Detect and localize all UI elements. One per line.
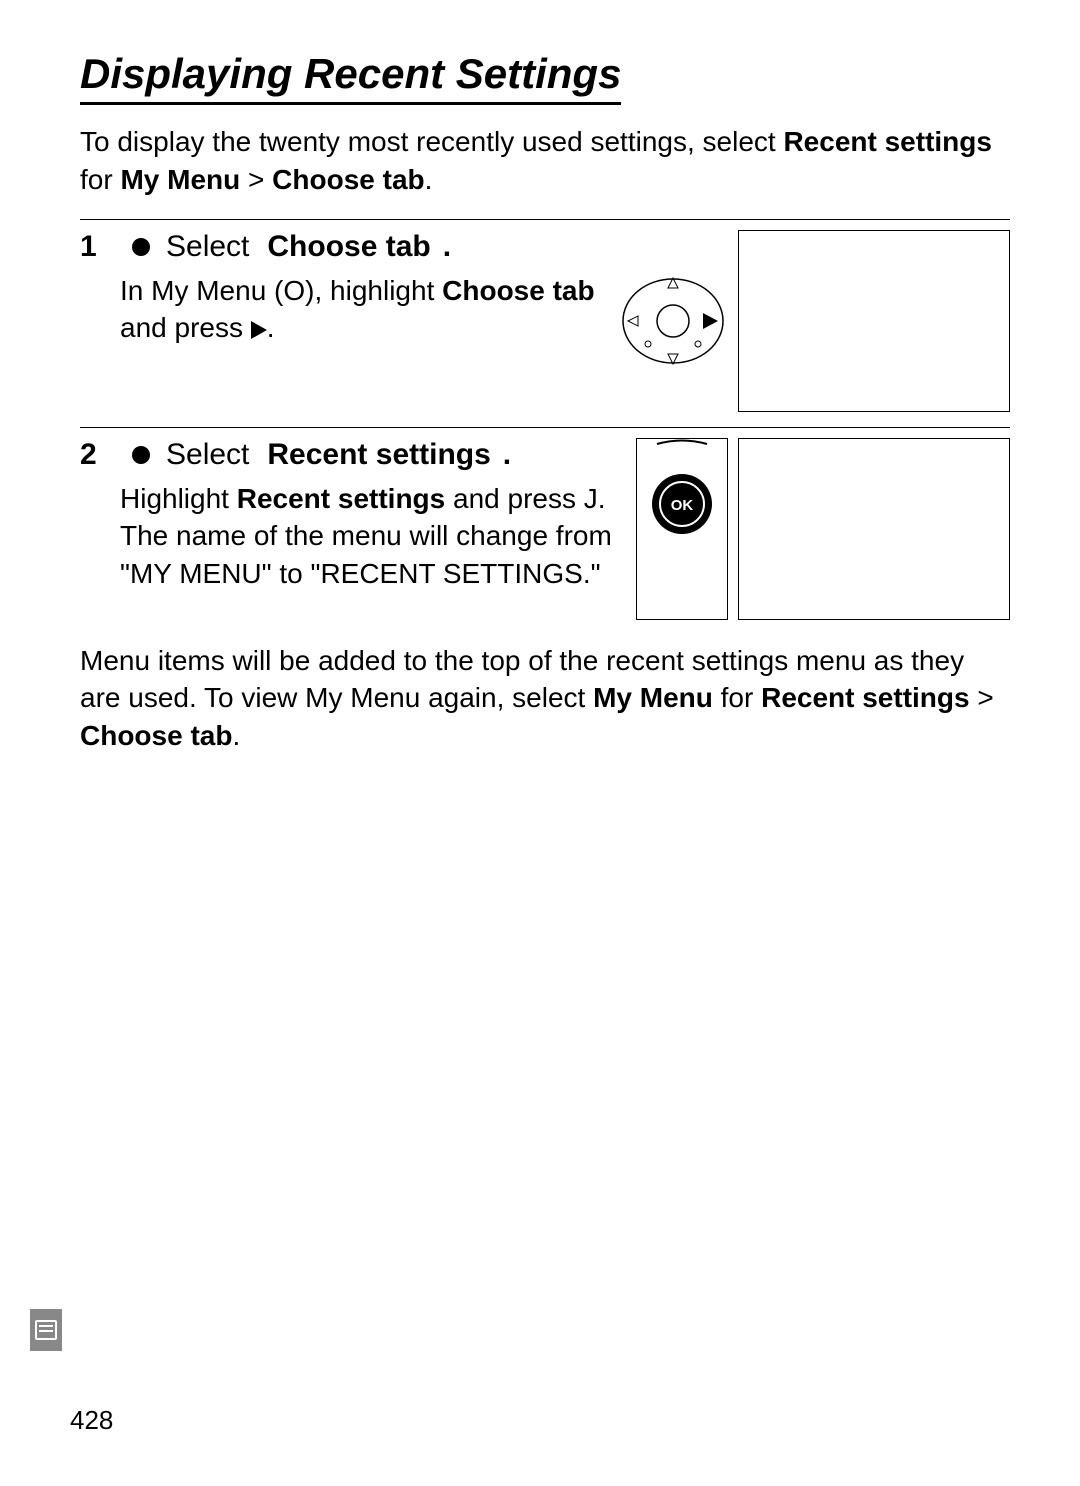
intro-gt: > <box>240 164 272 195</box>
step-1-body-a: In My Menu ( <box>120 275 283 306</box>
divider <box>80 219 1010 220</box>
step-1-illustrations <box>618 230 1010 412</box>
step-1-body-c: and press <box>120 312 251 343</box>
step-2-ok-glyph: J <box>584 483 598 514</box>
ok-button-illustration: OK <box>636 438 728 620</box>
step-2-body-bold1: Recent settings <box>237 483 446 514</box>
step-1-body-b: ), highlight <box>305 275 442 306</box>
menu-list-icon <box>35 1320 57 1340</box>
outro-period: . <box>232 720 240 751</box>
outro-bold-choose-tab: Choose tab <box>80 720 232 751</box>
intro-bold-choose-tab: Choose tab <box>272 164 424 195</box>
step-2: 2 Select Recent settings. Highlight Rece… <box>80 438 1010 620</box>
intro-bold-my-menu: My Menu <box>120 164 240 195</box>
step-1-select-label: Select <box>166 230 249 264</box>
svg-text:OK: OK <box>671 497 694 514</box>
step-2-body: Highlight Recent settings and press J. T… <box>120 480 616 593</box>
side-tab <box>30 1309 62 1351</box>
intro-mid: for <box>80 164 120 195</box>
step-1-screen-placeholder <box>738 230 1010 412</box>
step-1-title-period: . <box>443 230 451 264</box>
outro-b: for <box>713 682 761 713</box>
step-1-title: Choose tab <box>267 230 430 264</box>
step-1-number: 1 <box>80 230 120 264</box>
multi-selector-icon <box>618 266 728 376</box>
step-1-body-bold: Choose tab <box>442 275 594 306</box>
intro-paragraph: To display the twenty most recently used… <box>80 123 1010 199</box>
step-2-select-label: Select <box>166 438 249 472</box>
my-menu-icon-inline: O <box>283 275 305 306</box>
step-2-screen-placeholder <box>738 438 1010 620</box>
outro-bold-recent-settings: Recent settings <box>761 682 970 713</box>
intro-period: . <box>425 164 433 195</box>
step-1-body-d: . <box>267 312 275 343</box>
step-1-body: In My Menu (O), highlight Choose tab and… <box>120 272 598 348</box>
outro-bold-my-menu: My Menu <box>593 682 713 713</box>
outro-gt: > <box>970 682 994 713</box>
intro-lead: To display the twenty most recently used… <box>80 126 783 157</box>
step-2-title: Recent settings <box>267 438 490 472</box>
intro-bold-recent-settings: Recent settings <box>783 126 992 157</box>
right-arrow-icon <box>251 321 267 339</box>
step-2-number: 2 <box>80 438 120 472</box>
step-2-body-a: Highlight <box>120 483 237 514</box>
divider <box>80 427 1010 428</box>
bullet-icon <box>132 238 150 256</box>
outro-paragraph: Menu items will be added to the top of t… <box>80 642 1010 755</box>
step-1: 1 Select Choose tab. In My Menu (O), hig… <box>80 230 1010 412</box>
step-2-title-period: . <box>503 438 511 472</box>
step-2-illustrations: OK <box>636 438 1010 620</box>
bullet-icon <box>132 446 150 464</box>
page-title: Displaying Recent Settings <box>80 50 621 105</box>
page-number: 428 <box>70 1405 113 1436</box>
step-2-body-b: and press <box>445 483 584 514</box>
